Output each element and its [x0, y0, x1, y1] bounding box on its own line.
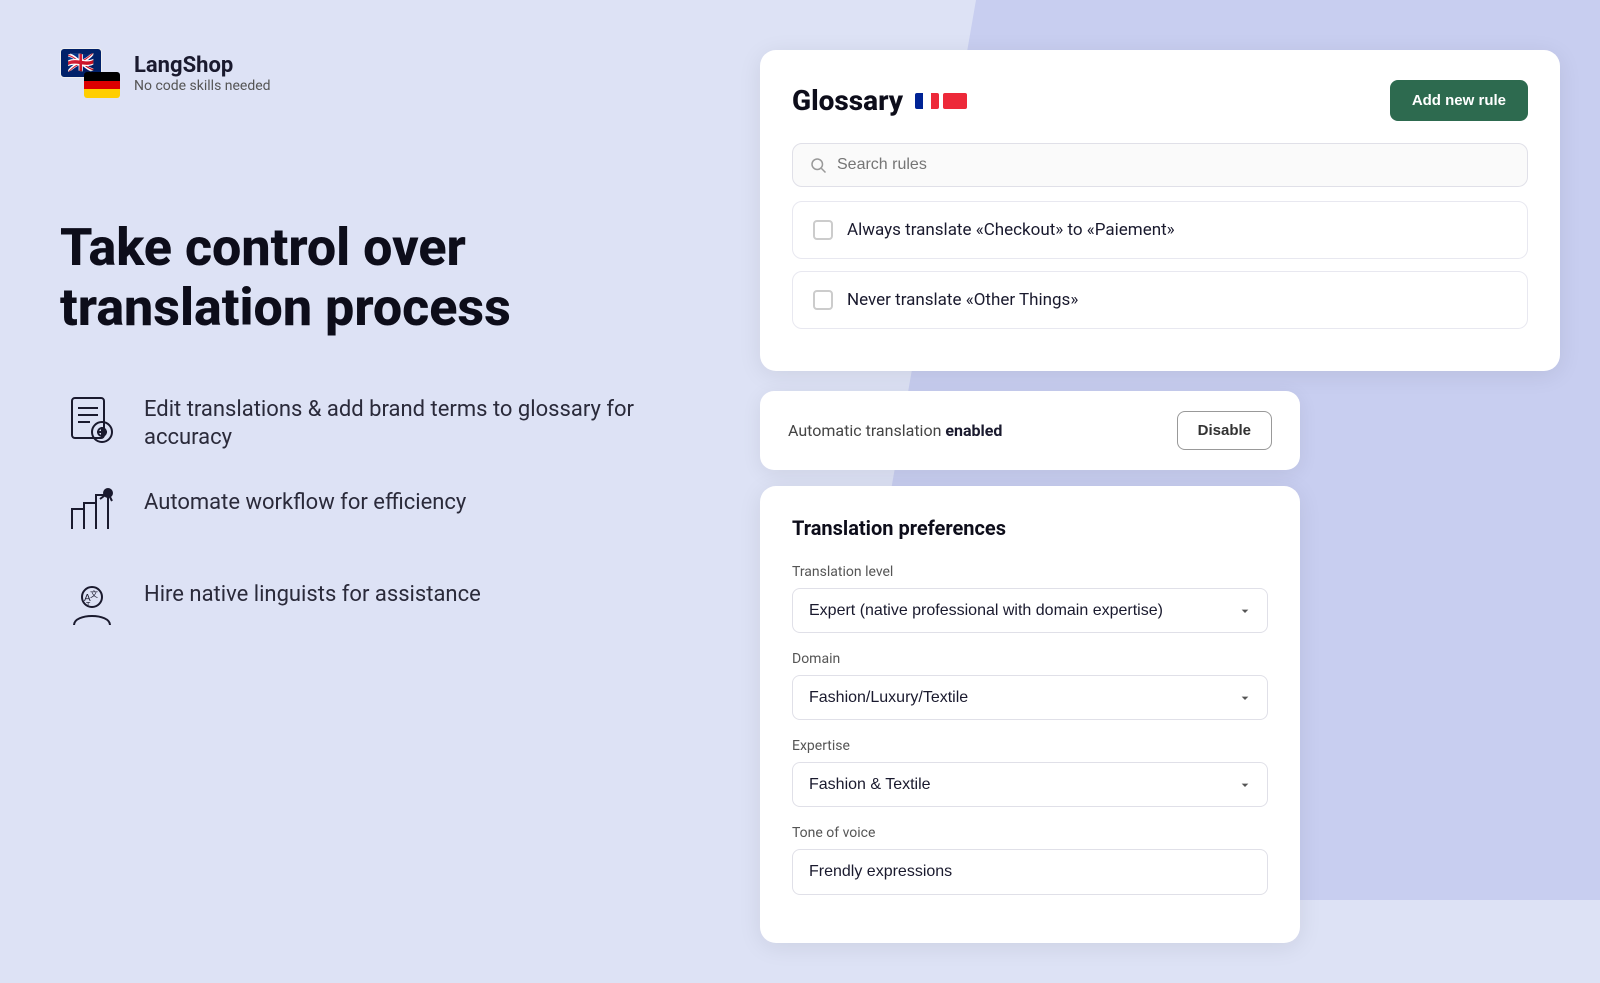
- expertise-label: Expertise: [792, 738, 1268, 754]
- auto-translation-bar: Automatic translation enabled Disable: [760, 391, 1300, 470]
- feature-text-automate: Automate workflow for efficiency: [144, 481, 466, 518]
- rule-text-2: Never translate «Other Things»: [847, 290, 1078, 310]
- feature-list: Edit translations & add brand terms to g…: [60, 388, 640, 637]
- preferences-title: Translation preferences: [792, 516, 1268, 540]
- glossary-title-area: Glossary: [792, 84, 967, 117]
- rule-checkbox-1[interactable]: [813, 220, 833, 240]
- add-new-rule-button[interactable]: Add new rule: [1390, 80, 1528, 121]
- feature-text-hire: Hire native linguists for assistance: [144, 573, 481, 610]
- glossary-header: Glossary Add new rule: [792, 80, 1528, 121]
- domain-field: Domain Fashion/Luxury/Textile: [792, 651, 1268, 720]
- search-icon: [809, 156, 827, 174]
- logo-text: LangShop No code skills needed: [134, 53, 271, 94]
- hero-section: Take control over translation process: [60, 218, 640, 338]
- logo-flags: 🇬🇧: [60, 48, 120, 98]
- feature-text-edit: Edit translations & add brand terms to g…: [144, 388, 640, 453]
- rule-item-1: Always translate «Checkout» to «Paiement…: [792, 201, 1528, 259]
- domain-select[interactable]: Fashion/Luxury/Textile: [792, 675, 1268, 720]
- auto-pref-column: Automatic translation enabled Disable Tr…: [760, 391, 1300, 943]
- edit-glossary-icon: [60, 388, 124, 452]
- right-section: Glossary Add new rule: [700, 0, 1600, 983]
- expertise-field: Expertise Fashion & Textile: [792, 738, 1268, 807]
- rule-item-2: Never translate «Other Things»: [792, 271, 1528, 329]
- rule-text-1: Always translate «Checkout» to «Paiement…: [847, 220, 1175, 240]
- rule-checkbox-2[interactable]: [813, 290, 833, 310]
- flag-red-icon: [943, 93, 967, 109]
- preferences-card: Translation preferences Translation leve…: [760, 486, 1300, 943]
- auto-label: Automatic translation: [788, 421, 941, 440]
- bottom-row: Automatic translation enabled Disable Tr…: [760, 391, 1560, 943]
- translation-level-field: Translation level Expert (native profess…: [792, 564, 1268, 633]
- translation-level-select[interactable]: Expert (native professional with domain …: [792, 588, 1268, 633]
- hero-headline: Take control over translation process: [60, 218, 640, 338]
- glossary-card: Glossary Add new rule: [760, 50, 1560, 371]
- tone-field: Tone of voice: [792, 825, 1268, 895]
- flag-de-icon: [84, 72, 120, 98]
- glossary-flags: [915, 93, 967, 109]
- tone-input[interactable]: [792, 849, 1268, 895]
- disable-button[interactable]: Disable: [1177, 411, 1272, 450]
- search-box[interactable]: [792, 143, 1528, 187]
- feature-item-hire: A 文 T Hire native linguists for assistan…: [60, 573, 640, 637]
- glossary-title: Glossary: [792, 84, 903, 117]
- expertise-select[interactable]: Fashion & Textile: [792, 762, 1268, 807]
- svg-text:T: T: [86, 602, 91, 609]
- auto-status: enabled: [945, 421, 1002, 440]
- domain-label: Domain: [792, 651, 1268, 667]
- feature-item-automate: Automate workflow for efficiency: [60, 481, 640, 545]
- logo-area: 🇬🇧 LangShop No code skills needed: [60, 48, 640, 98]
- feature-item-edit: Edit translations & add brand terms to g…: [60, 388, 640, 453]
- automate-workflow-icon: [60, 481, 124, 545]
- app-tagline: No code skills needed: [134, 78, 271, 94]
- app-name: LangShop: [134, 53, 271, 78]
- hire-linguist-icon: A 文 T: [60, 573, 124, 637]
- search-rules-input[interactable]: [837, 156, 1511, 174]
- svg-text:文: 文: [90, 589, 98, 599]
- flag-french-icon: [915, 93, 939, 109]
- tone-label: Tone of voice: [792, 825, 1268, 841]
- auto-translation-text: Automatic translation enabled: [788, 421, 1002, 440]
- translation-level-label: Translation level: [792, 564, 1268, 580]
- left-section: 🇬🇧 LangShop No code skills needed Take c…: [0, 0, 700, 685]
